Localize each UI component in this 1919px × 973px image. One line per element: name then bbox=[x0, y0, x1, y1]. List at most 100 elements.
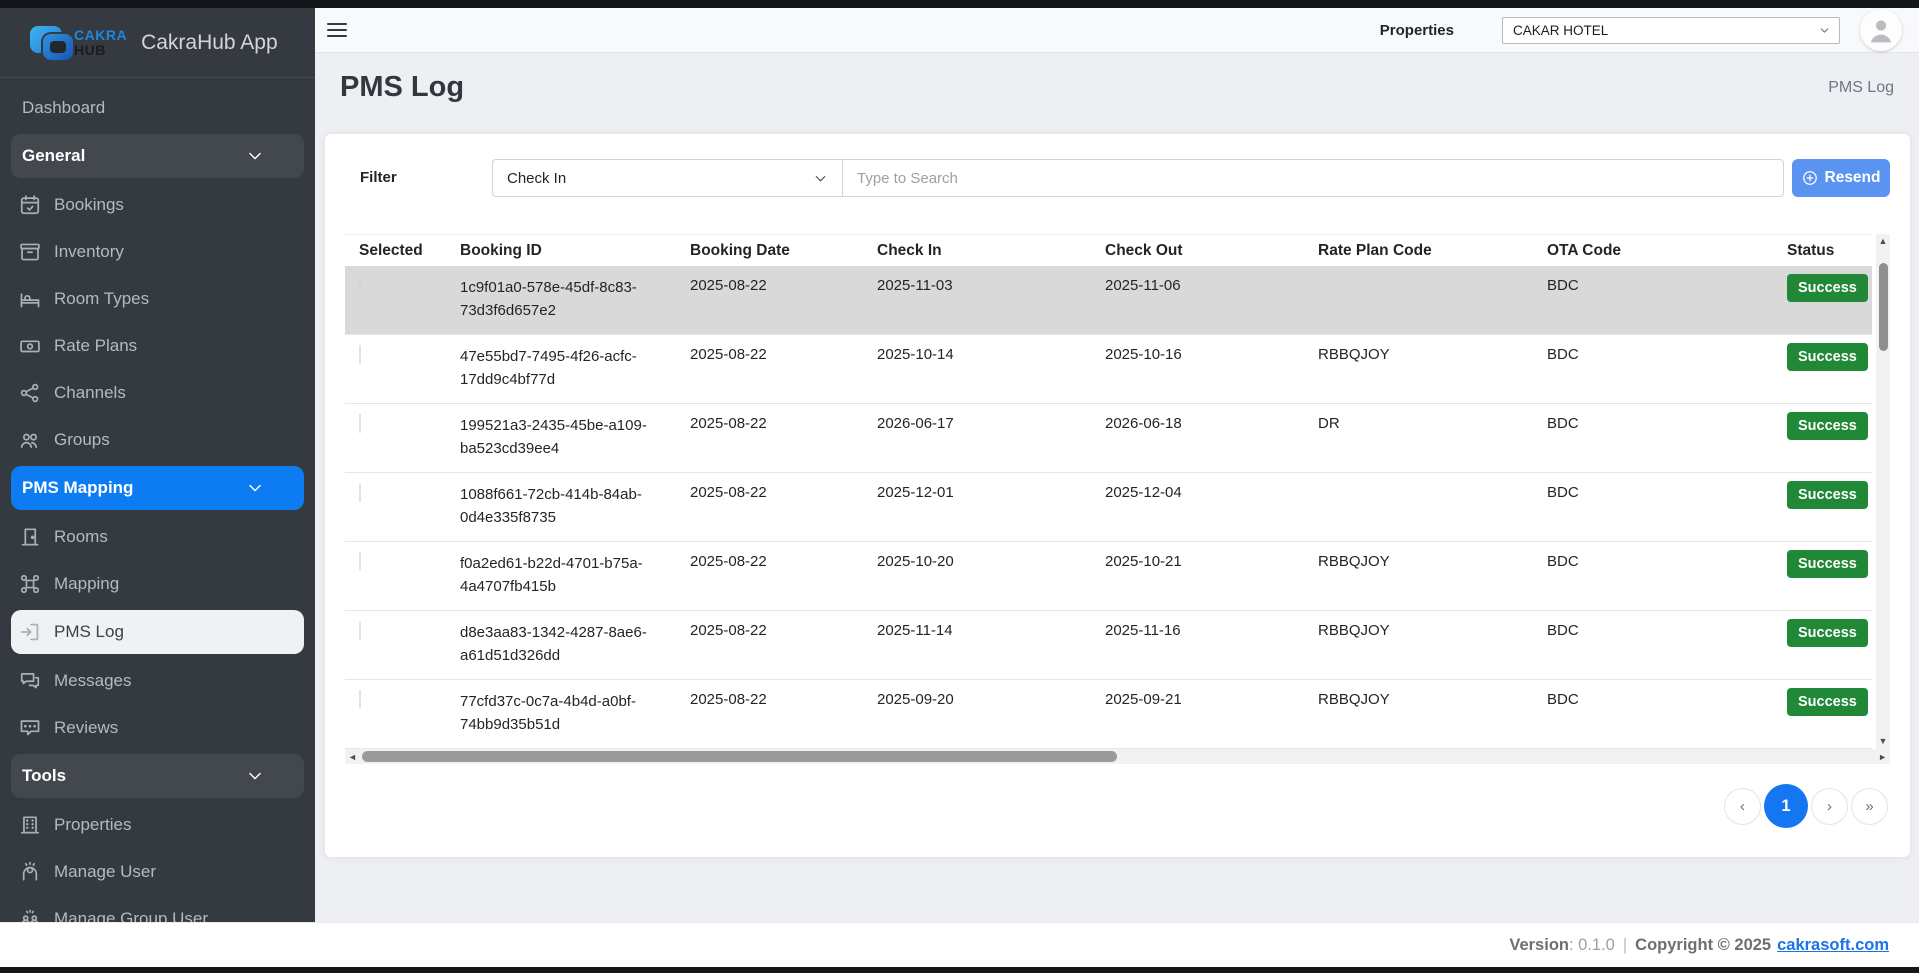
sidebar-item-label: Manage Group User bbox=[54, 909, 208, 923]
copyright-text: Copyright © 2025 bbox=[1635, 936, 1771, 955]
page-title: PMS Log bbox=[340, 71, 464, 104]
table-row[interactable]: f0a2ed61-b22d-4701-b75a-4a4707fb415b2025… bbox=[345, 542, 1872, 611]
sidebar-item-mapping[interactable]: Mapping bbox=[0, 560, 315, 607]
sidebar-item-reviews[interactable]: Reviews bbox=[0, 704, 315, 751]
rate-plan-code-cell: RBBQJOY bbox=[1318, 622, 1547, 639]
rate-plan-code-cell: DR bbox=[1318, 415, 1547, 432]
row-checkbox[interactable] bbox=[359, 552, 361, 571]
sidebar-item-room-types[interactable]: Room Types bbox=[0, 275, 315, 322]
status-badge: Success bbox=[1787, 619, 1868, 647]
table-row[interactable]: 199521a3-2435-45be-a109-ba523cd39ee42025… bbox=[345, 404, 1872, 473]
sidebar-item-inventory[interactable]: Inventory bbox=[0, 228, 315, 275]
row-checkbox[interactable] bbox=[359, 621, 361, 640]
sidebar-item-dashboard[interactable]: Dashboard bbox=[0, 84, 315, 131]
sidebar-item-label: Dashboard bbox=[22, 98, 105, 118]
sidebar-item-rate-plans[interactable]: Rate Plans bbox=[0, 322, 315, 369]
chevron-down-icon bbox=[246, 767, 264, 785]
scroll-up-icon[interactable]: ▲ bbox=[1879, 234, 1888, 249]
cakrasoft-link[interactable]: cakrasoft.com bbox=[1777, 936, 1889, 955]
sidebar-item-groups[interactable]: Groups bbox=[0, 416, 315, 463]
horizontal-scrollbar[interactable]: ◄ ► bbox=[345, 749, 1890, 764]
resend-button[interactable]: Resend bbox=[1792, 159, 1890, 197]
inventory-icon bbox=[19, 241, 41, 263]
sidebar-item-manage-group-user[interactable]: Manage Group User bbox=[0, 895, 315, 922]
sidebar-item-general[interactable]: General bbox=[11, 134, 304, 178]
sidebar-item-rooms[interactable]: Rooms bbox=[0, 513, 315, 560]
sidebar-item-label: Reviews bbox=[54, 718, 118, 738]
table-row[interactable]: 1088f661-72cb-414b-84ab-0d4e335f87352025… bbox=[345, 473, 1872, 542]
scroll-left-icon[interactable]: ◄ bbox=[348, 752, 357, 762]
property-select[interactable]: CAKAR HOTEL bbox=[1502, 17, 1840, 44]
table-row[interactable]: 1c9f01a0-578e-45df-8c83-73d3f6d657e22025… bbox=[345, 266, 1872, 335]
user-icon bbox=[1866, 15, 1896, 45]
sidebar-item-bookings[interactable]: Bookings bbox=[0, 181, 315, 228]
pagination-next-button[interactable]: › bbox=[1811, 788, 1848, 825]
ota-code-cell: BDC bbox=[1547, 691, 1787, 708]
topbar: Properties CAKAR HOTEL bbox=[315, 8, 1919, 53]
status-badge: Success bbox=[1787, 274, 1868, 302]
row-checkbox[interactable] bbox=[359, 414, 361, 433]
bed-icon bbox=[19, 288, 41, 310]
check-in-cell: 2025-10-20 bbox=[877, 553, 1105, 570]
sidebar-item-manage-user[interactable]: Manage User bbox=[0, 848, 315, 895]
booking-id-cell: 199521a3-2435-45be-a109-ba523cd39ee4 bbox=[460, 415, 690, 460]
sidebar-item-label: Channels bbox=[54, 383, 126, 403]
row-checkbox[interactable] bbox=[359, 345, 361, 364]
building-icon bbox=[19, 814, 41, 836]
table-row[interactable]: 77cfd37c-0c7a-4b4d-a0bf-74bb9d35b51d2025… bbox=[345, 680, 1872, 749]
search-input[interactable] bbox=[842, 159, 1784, 197]
vertical-scrollbar[interactable]: ▲ ▼ bbox=[1876, 234, 1890, 749]
sidebar-item-channels[interactable]: Channels bbox=[0, 369, 315, 416]
scroll-right-icon[interactable]: ► bbox=[1878, 752, 1887, 762]
scroll-down-icon[interactable]: ▼ bbox=[1879, 734, 1888, 749]
user-gear-icon bbox=[19, 861, 41, 883]
check-in-cell: 2026-06-17 bbox=[877, 415, 1105, 432]
check-out-cell: 2025-09-21 bbox=[1105, 691, 1318, 708]
booking-date-cell: 2025-08-22 bbox=[690, 346, 877, 363]
sidebar-item-properties[interactable]: Properties bbox=[0, 801, 315, 848]
row-checkbox[interactable] bbox=[359, 690, 361, 709]
sidebar-item-label: Messages bbox=[54, 671, 131, 691]
sidebar-item-messages[interactable]: Messages bbox=[0, 657, 315, 704]
column-header-selected: Selected bbox=[345, 242, 460, 260]
column-header-booking-id: Booking ID bbox=[460, 242, 690, 260]
sidebar-item-label: Rate Plans bbox=[54, 336, 137, 356]
sidebar-item-pms-mapping[interactable]: PMS Mapping bbox=[11, 466, 304, 510]
status-badge: Success bbox=[1787, 343, 1868, 371]
sidebar-item-label: Rooms bbox=[54, 527, 108, 547]
column-header-booking-date: Booking Date bbox=[690, 242, 877, 260]
property-select-value: CAKAR HOTEL bbox=[1513, 23, 1608, 38]
sidebar-section-label: PMS Mapping bbox=[22, 478, 133, 498]
pagination-last-button[interactable]: » bbox=[1851, 788, 1888, 825]
booking-date-cell: 2025-08-22 bbox=[690, 691, 877, 708]
status-badge: Success bbox=[1787, 481, 1868, 509]
sidebar-item-tools[interactable]: Tools bbox=[11, 754, 304, 798]
pagination-prev-button[interactable]: ‹ bbox=[1724, 788, 1761, 825]
ota-code-cell: BDC bbox=[1547, 553, 1787, 570]
status-badge: Success bbox=[1787, 688, 1868, 716]
mapping-icon bbox=[19, 573, 41, 595]
sidebar-item-label: Mapping bbox=[54, 574, 119, 594]
vertical-scroll-thumb[interactable] bbox=[1879, 263, 1888, 351]
avatar[interactable] bbox=[1860, 9, 1902, 51]
brand[interactable]: CAKRA HUB CakraHub App bbox=[0, 8, 315, 78]
row-checkbox[interactable] bbox=[359, 276, 361, 295]
table-row[interactable]: 47e55bd7-7495-4f26-acfc-17dd9c4bf77d2025… bbox=[345, 335, 1872, 404]
chevron-down-icon bbox=[246, 479, 264, 497]
horizontal-scroll-thumb[interactable] bbox=[362, 751, 1117, 762]
content-area: PMS Log PMS Log Filter Check In Resend bbox=[315, 53, 1919, 922]
booking-date-cell: 2025-08-22 bbox=[690, 277, 877, 294]
cakrahub-logo-icon bbox=[30, 22, 82, 64]
properties-label: Properties bbox=[1380, 22, 1454, 39]
sidebar-item-pms-log[interactable]: PMS Log bbox=[11, 610, 304, 654]
menu-toggle-icon[interactable] bbox=[327, 23, 347, 37]
check-in-cell: 2025-09-20 bbox=[877, 691, 1105, 708]
table-row[interactable]: d8e3aa83-1342-4287-8ae6-a61d51d326dd2025… bbox=[345, 611, 1872, 680]
app-name: CakraHub App bbox=[141, 31, 278, 55]
footer-divider: | bbox=[1623, 936, 1627, 955]
breadcrumb[interactable]: PMS Log bbox=[1828, 79, 1894, 97]
row-checkbox[interactable] bbox=[359, 483, 361, 502]
filter-type-select[interactable]: Check In bbox=[492, 159, 842, 197]
pagination-page-button[interactable]: 1 bbox=[1764, 784, 1808, 828]
window-bottom-strip bbox=[0, 967, 1919, 973]
